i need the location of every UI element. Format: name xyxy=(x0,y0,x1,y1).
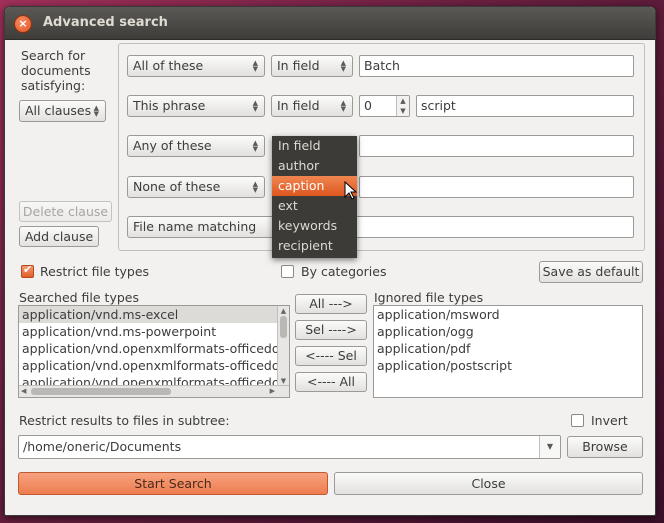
clauses-combo[interactable]: All clauses ▲ ▼ xyxy=(19,100,106,122)
clause-type-value: File name matching xyxy=(133,219,257,234)
delete-clause-button[interactable]: Delete clause xyxy=(19,201,112,222)
clause-value-input-4[interactable] xyxy=(359,176,634,198)
field-option-keywords[interactable]: keywords xyxy=(272,216,357,236)
field-combo-value: In field xyxy=(277,98,320,113)
subtree-label: Restrict results to files in subtree: xyxy=(19,413,230,428)
horizontal-scrollbar[interactable]: ◀ ▶ xyxy=(19,385,289,397)
clause-type-value: None of these xyxy=(133,179,221,194)
ignored-file-types-list[interactable]: application/msword application/ogg appli… xyxy=(373,305,643,398)
window-title: Advanced search xyxy=(43,15,168,30)
proximity-spin-input[interactable]: 0 ▲ ▼ xyxy=(359,95,410,117)
add-clause-button[interactable]: Add clause xyxy=(19,226,99,247)
scroll-left-icon: ◀ xyxy=(21,387,27,395)
searched-file-types-label: Searched file types xyxy=(19,290,139,305)
list-item[interactable]: application/msword xyxy=(374,306,642,323)
advanced-search-window: × Advanced search Search for documents s… xyxy=(4,6,656,516)
ignored-file-types-label: Ignored file types xyxy=(374,290,484,305)
clause-value-input-1[interactable]: Batch xyxy=(359,55,634,77)
clause-type-value: This phrase xyxy=(133,98,206,113)
restrict-file-types-label: Restrict file types xyxy=(40,264,150,279)
combo-arrows-icon: ▲▼ xyxy=(252,59,258,73)
field-combo-1[interactable]: In field ▲ ▼ xyxy=(271,55,353,77)
field-option-recipient[interactable]: recipient xyxy=(272,236,357,256)
start-search-button[interactable]: Start Search xyxy=(18,472,328,495)
field-combo-value: In field xyxy=(277,58,320,73)
move-selected-left-button[interactable]: <---- Sel xyxy=(295,346,367,366)
move-selected-right-button[interactable]: Sel ----> xyxy=(295,320,367,340)
scroll-right-icon: ▶ xyxy=(269,387,275,395)
by-categories-checkbox[interactable] xyxy=(281,265,294,278)
by-categories-label: By categories xyxy=(301,264,387,279)
clause-value-input-3[interactable] xyxy=(359,135,634,157)
vertical-scrollbar[interactable]: ▲ ▼ xyxy=(277,306,289,386)
list-item[interactable]: application/postscript xyxy=(374,357,642,374)
field-combo-2[interactable]: In field ▲ ▼ xyxy=(271,95,353,117)
clause-type-value: Any of these xyxy=(133,138,212,153)
clause-value-input-2[interactable]: script xyxy=(416,95,634,117)
scrollbar-thumb[interactable] xyxy=(31,388,171,395)
clause-type-combo-2[interactable]: This phrase ▲ ▼ xyxy=(127,95,265,117)
close-button[interactable]: Close xyxy=(334,472,643,495)
list-item[interactable]: application/vnd.ms-excel xyxy=(19,306,289,323)
combo-arrows-icon: ▲▼ xyxy=(93,104,99,118)
field-option-in-field[interactable]: In field xyxy=(272,136,357,156)
subtree-path-combo[interactable]: /home/oneric/Documents ▼ xyxy=(18,435,561,459)
clause-type-combo-3[interactable]: Any of these ▲ ▼ xyxy=(127,135,265,157)
mouse-cursor-icon xyxy=(344,181,358,200)
combo-arrows-icon: ▲▼ xyxy=(340,59,346,73)
subtree-path-value: /home/oneric/Documents xyxy=(23,439,182,454)
save-as-default-button[interactable]: Save as default xyxy=(539,261,643,283)
close-window-icon[interactable]: × xyxy=(14,15,32,33)
spin-arrows-icon[interactable]: ▲ ▼ xyxy=(396,96,409,116)
clause-type-combo-5[interactable]: File name matching ▲▼ xyxy=(127,216,292,238)
clause-type-value: All of these xyxy=(133,58,204,73)
clause-type-combo-1[interactable]: All of these ▲ ▼ xyxy=(127,55,265,77)
combo-arrows-icon: ▲▼ xyxy=(340,99,346,113)
scroll-up-icon: ▲ xyxy=(280,307,287,315)
scrollbar-thumb[interactable] xyxy=(280,316,287,338)
field-option-author[interactable]: author xyxy=(272,156,357,176)
combo-arrows-icon: ▲▼ xyxy=(252,99,258,113)
combo-arrows-icon: ▲▼ xyxy=(252,139,258,153)
clause-type-combo-4[interactable]: None of these ▲ ▼ xyxy=(127,176,265,198)
combo-arrows-icon: ▲▼ xyxy=(252,180,258,194)
list-item[interactable]: application/vnd.ms-powerpoint xyxy=(19,323,289,340)
move-all-left-button[interactable]: <---- All xyxy=(295,372,367,392)
list-item[interactable]: application/vnd.openxmlformats-officedoc… xyxy=(19,357,289,374)
list-item[interactable]: application/vnd.openxmlformats-officedoc… xyxy=(19,340,289,357)
title-bar: × Advanced search xyxy=(5,7,655,40)
invert-checkbox[interactable] xyxy=(571,414,584,427)
list-item[interactable]: application/ogg xyxy=(374,323,642,340)
browse-button[interactable]: Browse xyxy=(567,436,643,458)
search-for-label: Search for documents satisfying: xyxy=(21,48,91,93)
restrict-file-types-checkbox[interactable] xyxy=(21,263,34,278)
dropdown-arrow-icon[interactable]: ▼ xyxy=(539,436,560,458)
searched-file-types-list[interactable]: application/vnd.ms-excel application/vnd… xyxy=(18,305,290,398)
invert-label: Invert xyxy=(591,413,628,428)
list-item[interactable]: application/pdf xyxy=(374,340,642,357)
move-all-right-button[interactable]: All ---> xyxy=(295,294,367,314)
spin-value: 0 xyxy=(364,98,372,113)
clauses-combo-value: All clauses xyxy=(25,103,92,118)
